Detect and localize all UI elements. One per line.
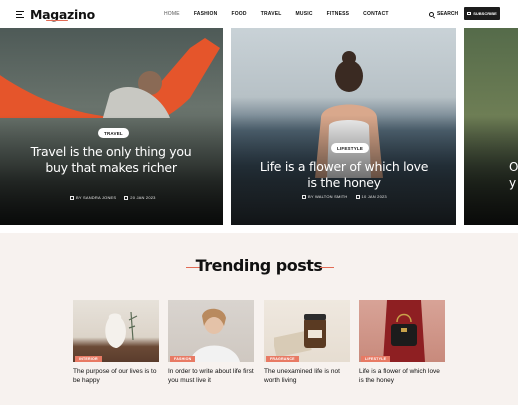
- person-graphic: [190, 308, 240, 362]
- hero-card[interactable]: LIFESTYLE Life is a flower of which love…: [231, 28, 456, 225]
- post-image: FASHION: [168, 300, 254, 362]
- nav-music[interactable]: MUSIC: [296, 11, 313, 17]
- post-image: LIFESTYLE: [359, 300, 445, 362]
- nav-fashion[interactable]: FASHION: [194, 11, 218, 17]
- menu-icon[interactable]: [16, 11, 24, 18]
- main-nav: HOME FASHION FOOD TRAVEL MUSIC FITNESS C…: [164, 11, 403, 17]
- hero-tag[interactable]: TRAVEL: [98, 128, 129, 138]
- hero-date: 20 JAN 2023: [124, 195, 155, 200]
- pen-icon: [302, 194, 306, 199]
- hero-title-partial: y: [509, 176, 517, 190]
- post-card[interactable]: LIFESTYLE Life is a flower of which love…: [359, 300, 445, 385]
- vase-graphic: [105, 311, 138, 348]
- hero-author: BY WALTON SMITH: [302, 194, 348, 199]
- post-card[interactable]: INTERIOR The purpose of our lives is to …: [73, 300, 159, 385]
- pen-icon: [70, 195, 74, 200]
- post-title[interactable]: Life is a flower of which love is the ho…: [359, 368, 445, 385]
- hero-title[interactable]: Travel is the only thing you buy that ma…: [30, 144, 192, 176]
- hero-date: 10 JAN 2023: [355, 194, 387, 199]
- handbag-graphic: [383, 300, 425, 362]
- post-image: FRAGRANCE: [264, 300, 350, 362]
- search-icon: [429, 11, 434, 17]
- search-label: SEARCH: [437, 11, 459, 17]
- site-header: Magazino HOME FASHION FOOD TRAVEL MUSIC …: [0, 0, 518, 28]
- post-category[interactable]: INTERIOR: [75, 356, 102, 362]
- nav-fitness[interactable]: FITNESS: [327, 11, 350, 17]
- hero-card-partial[interactable]: O y: [464, 28, 518, 225]
- title-decor-line: [320, 267, 334, 268]
- mail-icon: [467, 12, 472, 15]
- post-title[interactable]: The purpose of our lives is to be happy: [73, 368, 159, 385]
- section-title: Trending posts: [195, 256, 323, 275]
- search-button[interactable]: SEARCH: [429, 11, 458, 17]
- hero-meta: BY SANDRA JONES 20 JAN 2023: [70, 195, 156, 200]
- post-card[interactable]: FASHION In order to write about life fir…: [168, 300, 254, 385]
- hero-meta: BY WALTON SMITH 10 JAN 2023: [302, 194, 387, 199]
- calendar-icon: [355, 194, 360, 199]
- hero-slider: TRAVEL Travel is the only thing you buy …: [0, 28, 518, 225]
- post-category[interactable]: LIFESTYLE: [361, 356, 391, 362]
- post-title[interactable]: The unexamined life is not worth living: [264, 368, 350, 385]
- logo-underline: [46, 20, 68, 22]
- candle-graphic: [274, 314, 326, 358]
- hero-tag[interactable]: LIFESTYLE: [331, 143, 370, 153]
- post-image: INTERIOR: [73, 300, 159, 362]
- calendar-icon: [124, 195, 129, 200]
- subscribe-label: SUBSCRIBE: [473, 11, 497, 16]
- hammock-graphic: [0, 38, 220, 118]
- trending-section: Trending posts INTERIOR The purpose of o…: [0, 233, 518, 405]
- subscribe-button[interactable]: SUBSCRIBE: [464, 7, 500, 20]
- post-card[interactable]: FRAGRANCE The unexamined life is not wor…: [264, 300, 350, 385]
- post-title[interactable]: In order to write about life first you m…: [168, 368, 254, 385]
- nav-travel[interactable]: TRAVEL: [261, 11, 282, 17]
- hero-card[interactable]: TRAVEL Travel is the only thing you buy …: [0, 28, 223, 225]
- nav-home[interactable]: HOME: [164, 11, 180, 17]
- post-category[interactable]: FRAGRANCE: [266, 356, 299, 362]
- nav-food[interactable]: FOOD: [231, 11, 246, 17]
- hero-author: BY SANDRA JONES: [70, 195, 116, 200]
- hero-title[interactable]: Life is a flower of which love is the ho…: [258, 159, 430, 191]
- nav-contact[interactable]: CONTACT: [363, 11, 388, 17]
- hero-title-partial: O: [509, 160, 518, 174]
- post-category[interactable]: FASHION: [170, 356, 196, 362]
